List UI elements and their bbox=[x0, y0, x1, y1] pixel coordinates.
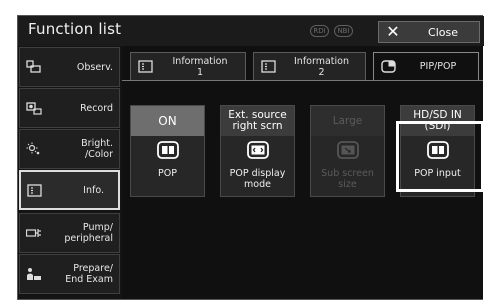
sidebar-item-label: Bright./Color bbox=[81, 138, 113, 160]
nbi-indicator: NBI bbox=[334, 25, 353, 37]
sidebar-item-label: Pump/peripheral bbox=[64, 222, 113, 244]
tab-label: PIP/POP bbox=[419, 61, 457, 72]
sidebar-item-label: Record bbox=[80, 102, 113, 114]
close-button[interactable]: ✕ Close bbox=[378, 21, 480, 43]
pop-state: ON bbox=[131, 106, 204, 136]
close-label: Close bbox=[428, 25, 458, 39]
tab-pip-pop[interactable]: PIP/POP bbox=[373, 52, 479, 80]
info-icon bbox=[27, 184, 42, 197]
sub-screen-size-icon bbox=[337, 141, 359, 159]
tab-information-1[interactable]: Information 1 bbox=[130, 52, 246, 80]
sidebar-item-label: Observ. bbox=[76, 61, 113, 73]
title-bar: Function list RDI NBI ✕ Close bbox=[18, 16, 484, 46]
sidebar-item-label: Info. bbox=[83, 184, 104, 196]
pop-display-mode-state: Ext. source right scrn bbox=[221, 106, 294, 136]
selection-highlight bbox=[396, 121, 484, 192]
pop-display-mode-icon bbox=[247, 141, 269, 159]
sub-screen-size-label: Sub screen size bbox=[321, 168, 374, 190]
observation-icon bbox=[26, 60, 41, 73]
pump-icon bbox=[26, 229, 41, 237]
close-icon: ✕ bbox=[386, 22, 400, 41]
tab-information-2[interactable]: Information 2 bbox=[253, 52, 366, 80]
tab-divider bbox=[122, 80, 483, 81]
pop-display-mode-label: POP display mode bbox=[229, 168, 286, 190]
sidebar: Observ. Record Bright./Color Info. Pump/… bbox=[18, 46, 121, 299]
monitor-icon bbox=[261, 60, 276, 73]
sub-screen-size-button[interactable]: Large Sub screen size bbox=[310, 105, 385, 197]
monitor-icon bbox=[138, 60, 153, 73]
sidebar-item-prepare-end-exam[interactable]: Prepare/End Exam bbox=[19, 254, 120, 294]
sidebar-item-bright-color[interactable]: Bright./Color bbox=[19, 129, 120, 169]
pop-display-mode-button[interactable]: Ext. source right scrn POP display mode bbox=[220, 105, 295, 197]
window-title: Function list bbox=[28, 20, 122, 38]
sidebar-item-observ[interactable]: Observ. bbox=[19, 47, 120, 87]
prepare-icon bbox=[27, 268, 41, 280]
brightness-icon bbox=[26, 142, 40, 155]
tab-label: Information 1 bbox=[172, 56, 228, 78]
sidebar-item-label: Prepare/End Exam bbox=[65, 263, 113, 285]
sidebar-item-info[interactable]: Info. bbox=[19, 170, 120, 210]
pop-button[interactable]: ON POP bbox=[130, 105, 205, 197]
pop-label: POP bbox=[158, 168, 177, 179]
sub-screen-size-state: Large bbox=[311, 106, 384, 136]
sidebar-item-record[interactable]: Record bbox=[19, 88, 120, 128]
record-icon bbox=[26, 102, 42, 115]
pip-icon bbox=[381, 60, 396, 73]
rdi-indicator: RDI bbox=[310, 25, 329, 37]
pop-icon bbox=[157, 141, 179, 159]
sidebar-item-pump-peripheral[interactable]: Pump/peripheral bbox=[19, 213, 120, 253]
tab-label: Information 2 bbox=[294, 56, 349, 78]
